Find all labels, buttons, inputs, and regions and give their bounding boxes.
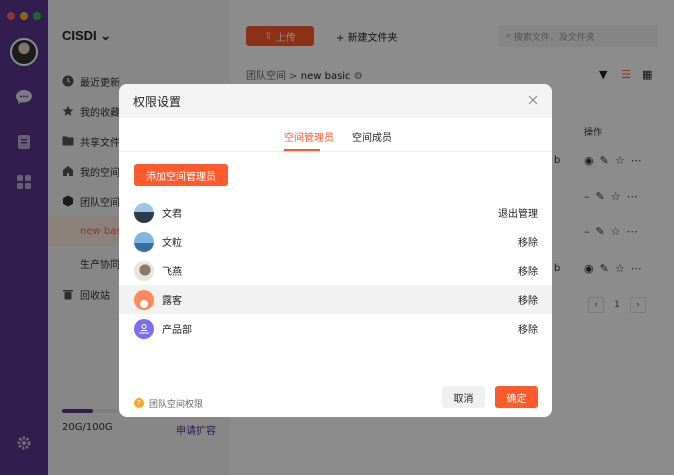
cancel-button[interactable]: 取消 — [442, 386, 485, 408]
permission-settings-dialog: 权限设置 空间管理员 空间成员 添加空间管理员 文君 退出管理 文粒 移除 飞燕… — [119, 84, 552, 417]
member-avatar — [134, 260, 154, 281]
member-name: 露客 — [162, 296, 182, 307]
confirm-button[interactable]: 确定 — [495, 386, 538, 408]
close-icon[interactable] — [526, 93, 540, 107]
app-window: CISDI ⌄ 最近更新 我的收藏 共享文件 我的空间 团队空间 new bas… — [0, 0, 674, 475]
member-action[interactable]: 移除 — [518, 321, 538, 336]
dialog-title: 权限设置 — [133, 94, 182, 109]
member-row: 飞燕 移除 — [119, 256, 552, 285]
add-space-admin-button[interactable]: 添加空间管理员 — [134, 164, 228, 186]
member-avatar — [134, 289, 154, 310]
member-action[interactable]: 移除 — [518, 292, 538, 307]
member-row: 文君 退出管理 — [119, 198, 552, 227]
tab-space-members[interactable]: 空间成员 — [352, 129, 392, 144]
member-name: 文粒 — [162, 238, 182, 249]
member-row: 文粒 移除 — [119, 227, 552, 256]
member-row: 露客 移除 — [119, 285, 552, 314]
active-tab-indicator — [284, 149, 320, 151]
team-space-permission-hint[interactable]: 团队空间权限 — [149, 397, 203, 410]
member-action[interactable]: 移除 — [518, 234, 538, 249]
member-name: 产品部 — [162, 325, 192, 336]
member-avatar — [134, 231, 154, 252]
member-name: 飞燕 — [162, 267, 182, 278]
member-name: 文君 — [162, 209, 182, 220]
dialog-tabs: 空间管理员 空间成员 — [119, 118, 552, 152]
member-avatar — [134, 202, 154, 223]
member-action[interactable]: 退出管理 — [498, 205, 538, 220]
member-action[interactable]: 移除 — [518, 263, 538, 278]
member-row: 产品部 移除 — [119, 314, 552, 343]
help-icon: ? — [134, 398, 144, 408]
dialog-header: 权限设置 — [119, 84, 552, 118]
tab-space-admins[interactable]: 空间管理员 — [284, 129, 334, 144]
department-avatar — [134, 318, 154, 339]
